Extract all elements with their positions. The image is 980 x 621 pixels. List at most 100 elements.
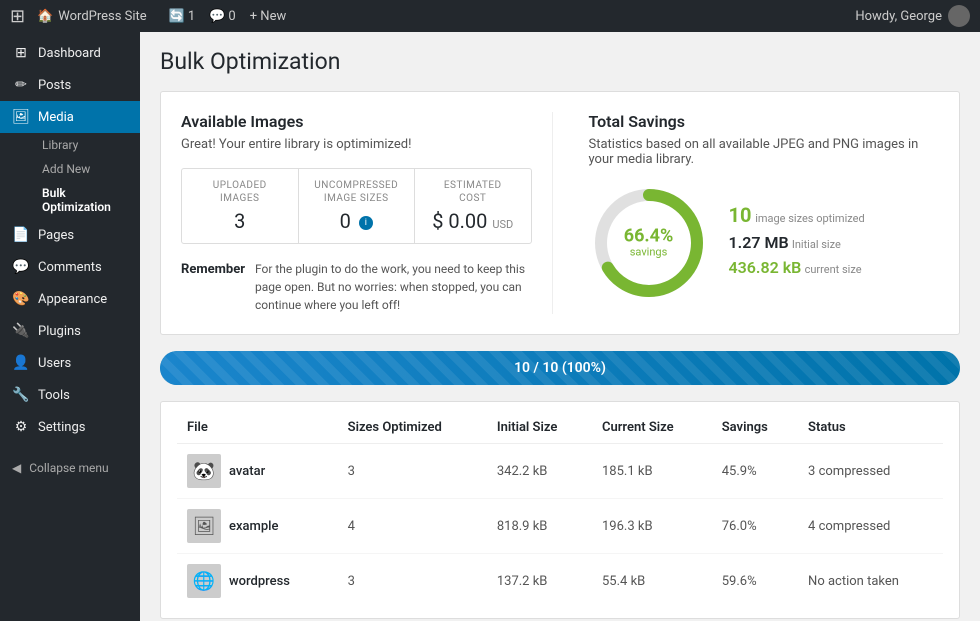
progress-bar-text: 10 / 10 (100%) — [514, 360, 606, 376]
cell-initial-2: 137.2 kB — [487, 554, 592, 609]
stat-initial-label: Initial size — [792, 238, 841, 251]
col-initial: Initial Size — [487, 412, 592, 444]
cell-status-1: 4 compressed — [798, 499, 943, 554]
updates-link[interactable]: 🔄 1 — [169, 9, 196, 24]
savings-stat-initial: 1.27 MB Initial size — [729, 233, 865, 252]
file-thumb-2: 🌐 — [187, 564, 221, 598]
cell-current-0: 185.1 kB — [592, 444, 712, 499]
plugins-icon: 🔌 — [12, 323, 30, 339]
progress-bar: 10 / 10 (100%) — [160, 351, 960, 385]
col-status: Status — [798, 412, 943, 444]
cell-file-2: 🌐 wordpress — [177, 554, 338, 609]
page-title: Bulk Optimization — [160, 48, 960, 75]
file-thumb-0: 🐼 — [187, 454, 221, 488]
savings-stats: 10 image sizes optimized 1.27 MB Initial… — [729, 203, 865, 283]
col-savings: Savings — [712, 412, 798, 444]
stat-uncompressed: UNCOMPRESSEDIMAGE SIZES 0 i — [299, 169, 416, 243]
donut-percent: 66.4% — [624, 228, 674, 246]
collapse-icon: ◀ — [12, 461, 21, 475]
remember-text: For the plugin to do the work, you need … — [255, 260, 532, 314]
submenu-library[interactable]: Library — [12, 133, 140, 157]
settings-icon: ⚙ — [12, 419, 30, 435]
posts-icon: ✏ — [12, 77, 30, 93]
savings-area: 66.4% savings 10 image sizes optimized — [589, 183, 940, 303]
total-savings-subtitle: Statistics based on all available JPEG a… — [589, 137, 940, 167]
users-icon: 👤 — [12, 355, 30, 371]
cell-initial-0: 342.2 kB — [487, 444, 592, 499]
sidebar-item-posts[interactable]: ✏ Posts — [0, 69, 140, 101]
cell-file-1: 🖼 example — [177, 499, 338, 554]
sidebar-item-plugins[interactable]: 🔌 Plugins — [0, 315, 140, 347]
cell-initial-1: 818.9 kB — [487, 499, 592, 554]
available-images-subtitle: Great! Your entire library is optimimize… — [181, 137, 532, 152]
media-submenu: Library Add New Bulk Optimization — [0, 133, 140, 219]
cell-file-0: 🐼 avatar — [177, 444, 338, 499]
tools-icon: 🔧 — [12, 387, 30, 403]
home-icon: 🏠 — [37, 9, 53, 24]
admin-bar-meta: 🔄 1 💬 0 + New — [169, 9, 287, 24]
available-images-card: Available Images Great! Your entire libr… — [181, 112, 553, 314]
info-icon[interactable]: i — [359, 216, 373, 230]
site-name-link[interactable]: 🏠 WordPress Site — [37, 9, 147, 24]
uploaded-value: 3 — [196, 209, 284, 233]
comments-link[interactable]: 💬 0 — [209, 9, 236, 24]
uncompressed-label: UNCOMPRESSEDIMAGE SIZES — [313, 179, 401, 205]
sidebar-item-tools[interactable]: 🔧 Tools — [0, 379, 140, 411]
table-row: 🌐 wordpress 3 137.2 kB 55.4 kB 59.6% No … — [177, 554, 943, 609]
user-avatar — [948, 5, 970, 27]
col-file: File — [177, 412, 338, 444]
submenu-bulk-optimization[interactable]: Bulk Optimization — [12, 181, 140, 219]
sidebar-item-pages[interactable]: 📄 Pages — [0, 219, 140, 251]
pages-icon: 📄 — [12, 227, 30, 243]
sidebar-item-appearance[interactable]: 🎨 Appearance — [0, 283, 140, 315]
savings-stat-sizes: 10 image sizes optimized — [729, 203, 865, 227]
total-savings-card: Total Savings Statistics based on all av… — [569, 112, 940, 314]
cost-label: ESTIMATEDCOST — [429, 179, 517, 205]
stat-sizes-value: 10 — [729, 208, 756, 226]
new-content-link[interactable]: + New — [250, 9, 287, 24]
wp-logo[interactable]: ⊞ — [10, 6, 25, 27]
available-images-title: Available Images — [181, 112, 532, 131]
donut-chart: 66.4% savings — [589, 183, 709, 303]
cost-value: $ 0.00 USD — [429, 209, 517, 233]
media-icon: 🖼 — [12, 109, 30, 125]
stat-current-label: current size — [805, 263, 862, 276]
cell-savings-2: 59.6% — [712, 554, 798, 609]
cell-sizes-0: 3 — [338, 444, 487, 499]
stat-current-value: 436.82 kB — [729, 258, 802, 277]
col-sizes: Sizes Optimized — [338, 412, 487, 444]
remember-label: Remember — [181, 260, 245, 314]
sidebar-item-settings[interactable]: ⚙ Settings — [0, 411, 140, 443]
sidebar-item-dashboard[interactable]: ⊞ Dashboard — [0, 37, 140, 69]
uploaded-label: UPLOADEDIMAGES — [196, 179, 284, 205]
appearance-icon: 🎨 — [12, 291, 30, 307]
sidebar-item-users[interactable]: 👤 Users — [0, 347, 140, 379]
user-menu[interactable]: Howdy, George — [855, 5, 970, 27]
cell-savings-1: 76.0% — [712, 499, 798, 554]
submenu-add-new[interactable]: Add New — [12, 157, 140, 181]
cell-sizes-2: 3 — [338, 554, 487, 609]
cell-status-0: 3 compressed — [798, 444, 943, 499]
cell-savings-0: 45.9% — [712, 444, 798, 499]
admin-bar: ⊞ 🏠 WordPress Site 🔄 1 💬 0 + New Howdy, … — [0, 0, 980, 32]
dashboard-icon: ⊞ — [12, 45, 30, 61]
stat-uploaded: UPLOADEDIMAGES 3 — [182, 169, 299, 243]
sidebar-item-comments[interactable]: 💬 Comments — [0, 251, 140, 283]
file-table: File Sizes Optimized Initial Size Curren… — [177, 412, 943, 608]
total-savings-title: Total Savings — [589, 112, 940, 131]
table-row: 🐼 avatar 3 342.2 kB 185.1 kB 45.9% 3 com… — [177, 444, 943, 499]
cell-sizes-1: 4 — [338, 499, 487, 554]
top-cards: Available Images Great! Your entire libr… — [160, 91, 960, 335]
donut-label: savings — [624, 246, 674, 259]
donut-center: 66.4% savings — [624, 228, 674, 259]
file-name-2: wordpress — [229, 574, 290, 589]
table-row: 🖼 example 4 818.9 kB 196.3 kB 76.0% 4 co… — [177, 499, 943, 554]
uncompressed-value: 0 i — [313, 209, 401, 233]
file-thumb-1: 🖼 — [187, 509, 221, 543]
savings-stat-current: 436.82 kB current size — [729, 258, 865, 277]
collapse-menu[interactable]: ◀ Collapse menu — [0, 453, 140, 483]
sidebar-item-media[interactable]: 🖼 Media — [0, 101, 140, 133]
stat-initial-value: 1.27 MB — [729, 233, 789, 252]
admin-menu: ⊞ Dashboard ✏ Posts 🖼 Media Library Add … — [0, 32, 140, 621]
stat-cost: ESTIMATEDCOST $ 0.00 USD — [415, 169, 531, 243]
